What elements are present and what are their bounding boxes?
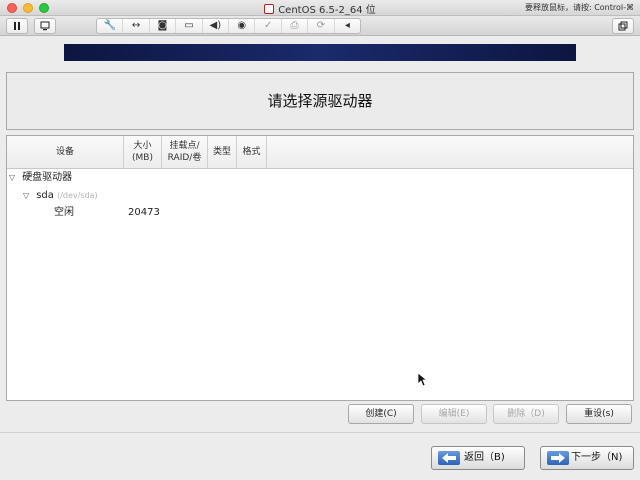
reset-button[interactable]: 重设(s) [566, 404, 632, 424]
expand-triangle-icon[interactable]: ▽ [23, 188, 33, 204]
next-arrow-icon [547, 451, 569, 465]
back-arrow-icon [438, 451, 460, 465]
release-mouse-hint: 要释放鼠标，请按: Control-⌘ [524, 3, 634, 12]
printer-icon[interactable]: ⎙ [282, 19, 309, 33]
speaker-icon[interactable]: ◀) [203, 19, 230, 33]
footer-divider [0, 432, 640, 433]
share-icon[interactable]: ⟳ [308, 19, 335, 33]
column-size-line2: (MB) [132, 153, 153, 163]
vm-app-icon [264, 4, 275, 14]
back-button[interactable]: 返回（B) [431, 446, 525, 470]
tree-header: 设备 大小 (MB) 挂载点/ RAID/卷 类型 格式 [7, 136, 633, 169]
column-mount-line1: 挂载点/ [169, 141, 200, 151]
window-titlebar: CentOS 6.5-2_64 位 要释放鼠标，请按: Control-⌘ [0, 0, 640, 16]
device-toolbar-group: 🔧 ↔ ◙ ▭ ◀) ◉ ✓ ⎙ ⟳ ◂ [96, 18, 361, 34]
page-header: 请选择源驱动器 [6, 72, 634, 130]
disk-path: (/dev/sda) [57, 191, 98, 200]
column-size-line1: 大小 [133, 141, 152, 151]
column-size[interactable]: 大小 (MB) [124, 136, 162, 168]
hdd-icon[interactable]: ▭ [176, 19, 203, 33]
back-label: 返回（B) [464, 452, 505, 463]
group-label: 硬盘驱动器 [22, 172, 73, 183]
pause-button[interactable] [6, 18, 28, 34]
delete-button[interactable]: 删除（D) [493, 404, 559, 424]
device-tree: 设备 大小 (MB) 挂载点/ RAID/卷 类型 格式 ▽ 硬盘驱动器 ▽ s… [6, 135, 634, 401]
installer-banner [64, 44, 576, 61]
tree-row-free[interactable]: 空闲 20473 [7, 205, 633, 221]
wrench-icon[interactable]: 🔧 [97, 19, 124, 33]
screen-icon [40, 21, 50, 31]
free-size: 20473 [128, 207, 160, 218]
collapse-icon[interactable]: ◂ [335, 19, 360, 33]
vm-toolbar: 🔧 ↔ ◙ ▭ ◀) ◉ ✓ ⎙ ⟳ ◂ [0, 16, 640, 36]
screen-button[interactable] [34, 18, 56, 34]
arrows-icon[interactable]: ↔ [123, 19, 150, 33]
usb-icon[interactable]: ✓ [255, 19, 282, 33]
next-label: 下一步（N) [571, 452, 623, 463]
fullscreen-button[interactable] [612, 18, 634, 34]
camera-icon[interactable]: ◉ [229, 19, 256, 33]
column-device[interactable]: 设备 [7, 136, 124, 168]
next-button[interactable]: 下一步（N) [540, 446, 634, 470]
window-title: CentOS 6.5-2_64 位 [278, 5, 376, 16]
column-mount[interactable]: 挂载点/ RAID/卷 [162, 136, 208, 168]
disk-icon[interactable]: ◙ [150, 19, 177, 33]
fullscreen-icon [618, 21, 628, 31]
column-mount-line2: RAID/卷 [167, 153, 202, 163]
page-title: 请选择源驱动器 [267, 92, 373, 110]
column-type[interactable]: 类型 [208, 136, 237, 168]
column-format[interactable]: 格式 [237, 136, 267, 168]
mouse-cursor-icon [417, 372, 427, 387]
edit-button[interactable]: 编辑(E) [421, 404, 487, 424]
pause-icon [14, 22, 20, 30]
create-button[interactable]: 创建(C) [348, 404, 414, 424]
expand-triangle-icon[interactable]: ▽ [9, 170, 19, 186]
free-label: 空闲 [54, 207, 74, 218]
disk-name: sda [36, 190, 54, 201]
tree-row-hard-drives[interactable]: ▽ 硬盘驱动器 [9, 170, 72, 186]
tree-row-sda[interactable]: ▽ sda (/dev/sda) [23, 188, 98, 204]
